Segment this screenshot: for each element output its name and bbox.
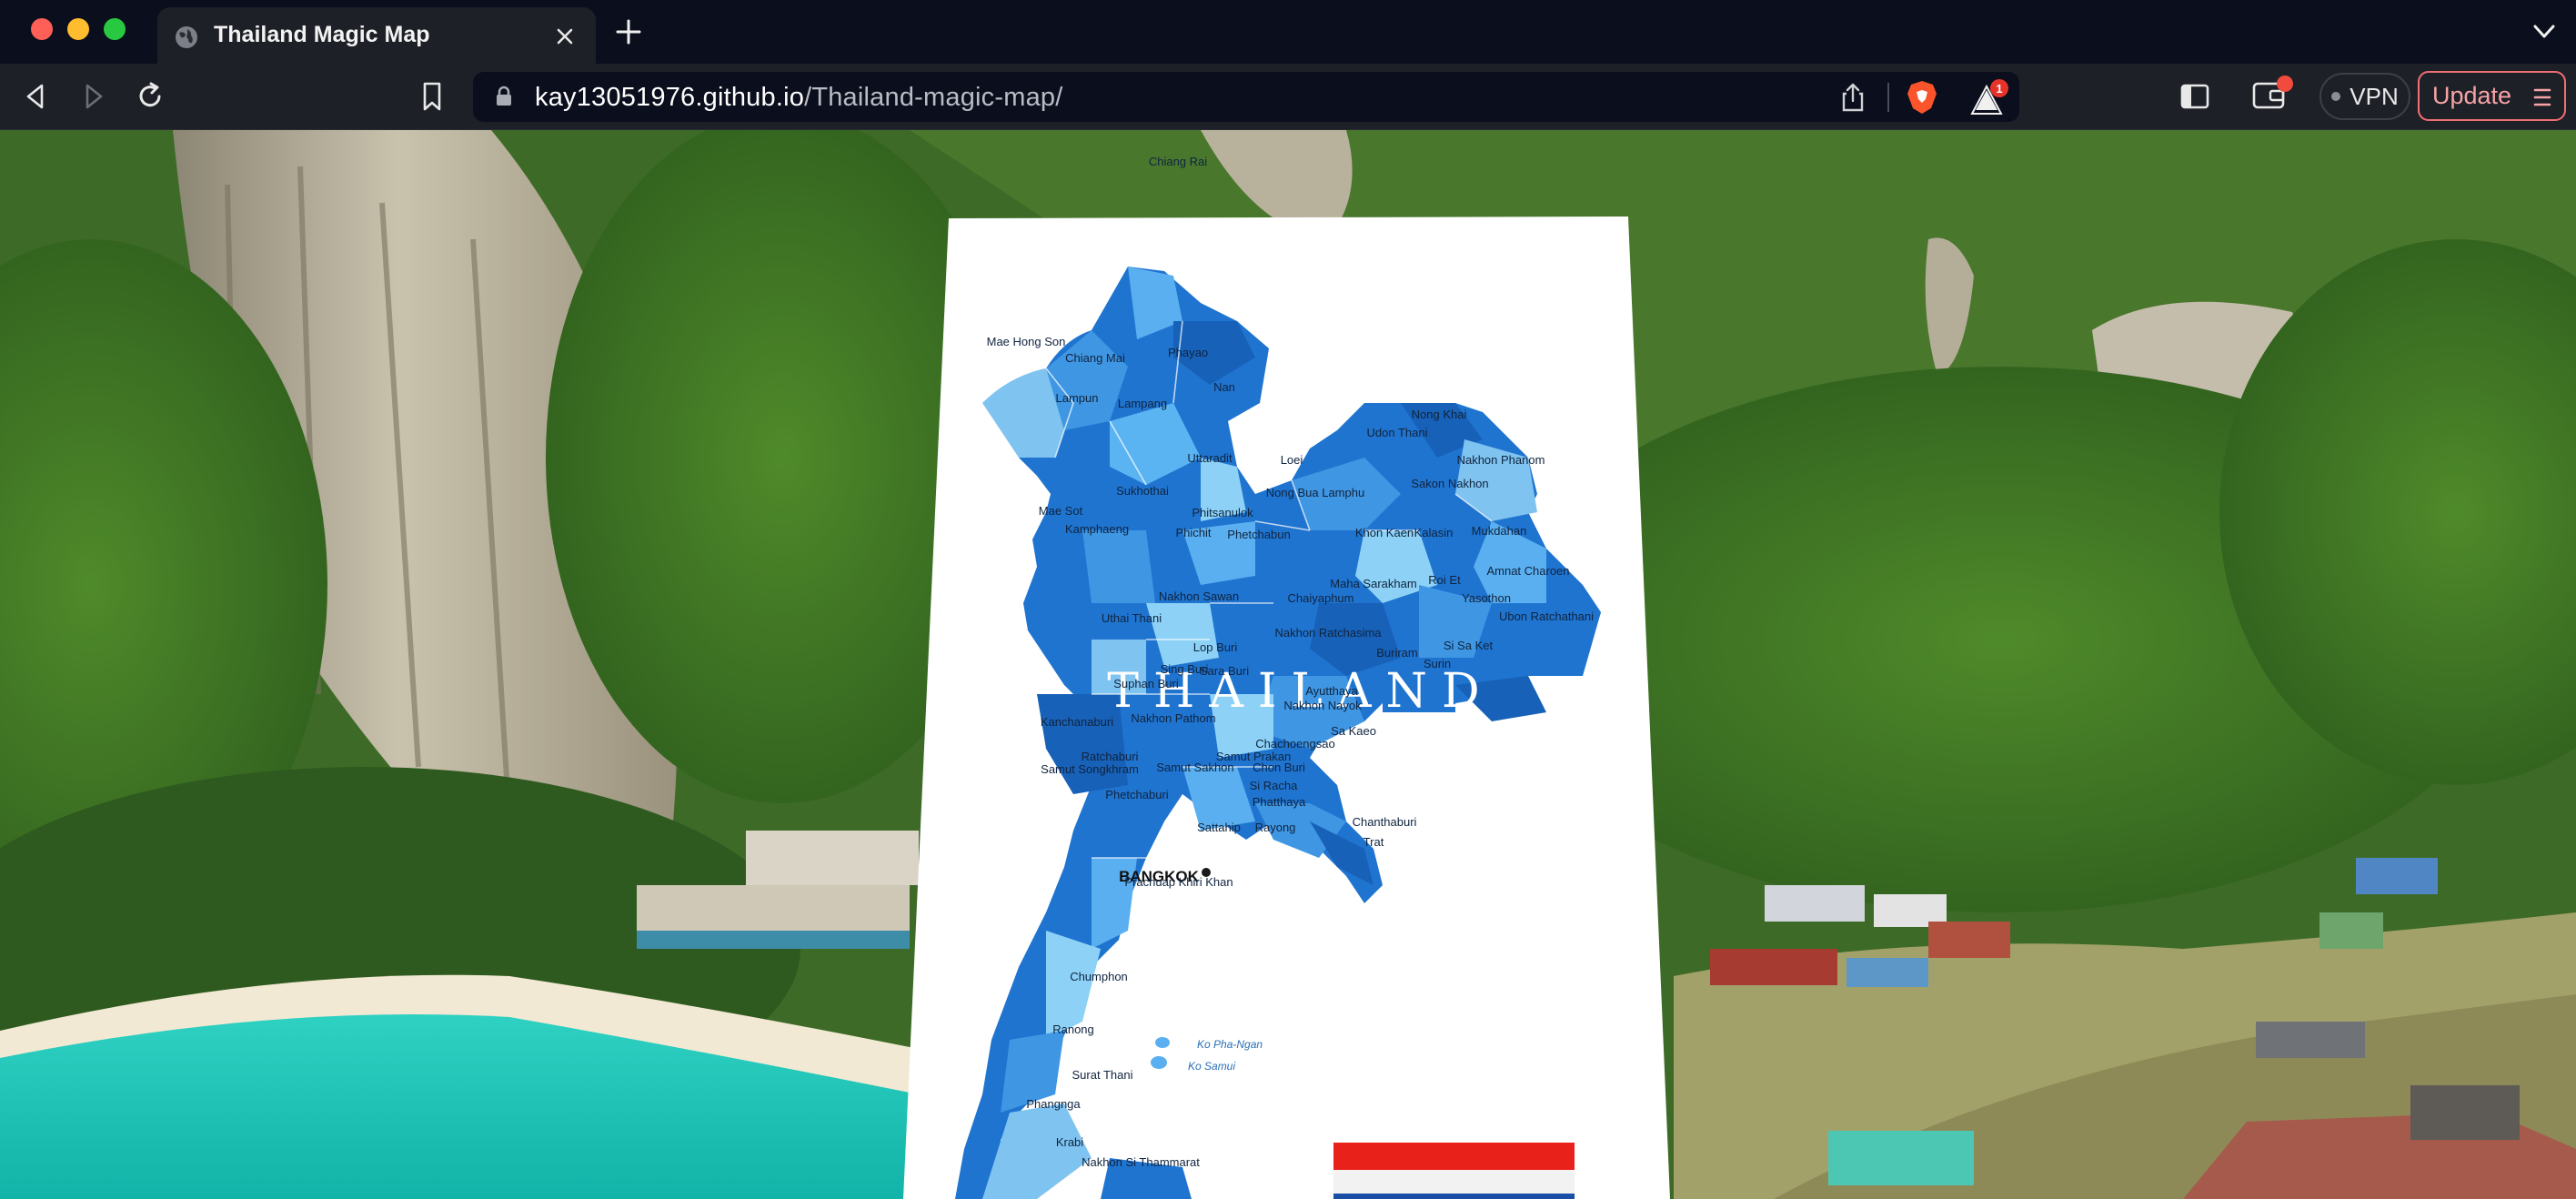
vpn-status-dot — [2331, 92, 2341, 101]
province-label: Phayao — [1168, 346, 1208, 359]
island-label: Ko Pha-Ngan — [1197, 1038, 1263, 1051]
province-label: Nan — [1213, 380, 1235, 394]
province-label: Nakhon Si Thammarat — [1082, 1155, 1200, 1169]
update-button[interactable]: Update — [2418, 71, 2566, 121]
province-label: Maha Sarakham — [1330, 577, 1416, 590]
window-maximize-button[interactable] — [104, 18, 126, 40]
menu-icon[interactable] — [2533, 87, 2551, 107]
province-label: Ubon Ratchathani — [1499, 610, 1594, 623]
rewards-icon[interactable]: 1 — [1963, 77, 2008, 117]
province-label: Kamphaeng — [1065, 522, 1129, 536]
province-label: Mae Sot — [1039, 504, 1083, 518]
vpn-label: VPN — [2350, 82, 2399, 110]
update-label: Update — [2432, 82, 2512, 109]
close-icon[interactable] — [552, 24, 578, 49]
province-label: Phichit — [1175, 526, 1211, 539]
province-label: Prachuap Khiri Khan — [1124, 875, 1233, 889]
brave-shield-icon[interactable] — [1906, 79, 1938, 116]
divider — [1887, 83, 1889, 112]
address-bar[interactable]: kay13051976.github.io/Thailand-magic-map… — [473, 72, 2019, 122]
province-label: Chon Buri — [1253, 761, 1305, 774]
province-label: Phatthaya — [1253, 795, 1306, 809]
url-path: /Thailand-magic-map/ — [804, 83, 1063, 112]
url-domain: kay13051976.github.io — [535, 83, 805, 112]
browser-toolbar: kay13051976.github.io/Thailand-magic-map… — [0, 64, 2576, 130]
province-label: Nakhon Pathom — [1131, 711, 1215, 725]
province-label: Phetchabun — [1227, 528, 1290, 541]
province-label: Yasothon — [1462, 591, 1511, 605]
province-label: Mae Hong Son — [987, 335, 1066, 348]
province-label: Uttaradit — [1187, 451, 1233, 465]
province-label: Loei — [1281, 453, 1303, 467]
page-content: THAILAND BANGKOK Chiang Rai Mae Hong Son C… — [0, 130, 2576, 1199]
province-label: Chiang Rai — [1149, 155, 1207, 168]
province-label: Rayong — [1255, 821, 1296, 834]
province-label: Trat — [1363, 835, 1384, 849]
rewards-badge: 1 — [1996, 82, 2002, 96]
window-close-button[interactable] — [31, 18, 53, 40]
province-label: Lop Buri — [1193, 640, 1238, 654]
sidebar-icon[interactable] — [2179, 82, 2210, 111]
province-label: Sara Buri — [1200, 664, 1249, 678]
tab-title: Thailand Magic Map — [214, 22, 430, 47]
reload-icon[interactable] — [135, 80, 166, 113]
province-label: Lampun — [1056, 391, 1099, 405]
province-label: Lampang — [1118, 397, 1167, 410]
window-minimize-button[interactable] — [67, 18, 89, 40]
island-label: Ko Samui — [1188, 1060, 1235, 1073]
vpn-button[interactable]: VPN — [2319, 73, 2410, 120]
province-label: Udon Thani — [1367, 426, 1428, 439]
province-label: Si Racha — [1250, 779, 1299, 792]
province-label: Amnat Charoen — [1486, 564, 1569, 578]
province-label: Chumphon — [1070, 970, 1128, 983]
province-label: Phitsanulok — [1192, 506, 1253, 519]
bookmark-icon[interactable] — [418, 80, 446, 113]
province-label: Nakhon Nayok — [1283, 699, 1362, 712]
globe-icon — [176, 26, 197, 48]
province-label: Nong Bua Lamphu — [1266, 486, 1364, 499]
province-label: Nakhon Ratchasima — [1274, 626, 1382, 640]
province-label: Chachoengsao — [1255, 737, 1334, 751]
province-label: Kanchanaburi — [1041, 715, 1113, 729]
province-label: Surat Thani — [1072, 1068, 1133, 1082]
url-text[interactable]: kay13051976.github.io/Thailand-magic-map… — [535, 83, 1063, 113]
province-label: Nakhon Phanom — [1457, 453, 1545, 467]
tab-active[interactable]: Thailand Magic Map — [157, 7, 596, 64]
province-label: Chaiyaphum — [1288, 591, 1354, 605]
province-label: Chiang Mai — [1065, 351, 1125, 365]
province-label: Surin — [1424, 657, 1451, 670]
province-label: Nong Khai — [1412, 408, 1467, 421]
province-label: Ratchaburi — [1082, 750, 1139, 763]
province-label: Sattahip — [1197, 821, 1241, 834]
new-tab-icon[interactable] — [615, 18, 642, 45]
province-label: Buriram — [1376, 646, 1418, 660]
title-bar: Thailand Magic Map — [0, 0, 2576, 64]
province-label: Sakon Nakhon — [1411, 477, 1488, 490]
province-label: Mukdahan — [1472, 524, 1527, 538]
province-label: Ayutthaya — [1305, 684, 1358, 698]
province-label: Roi Et — [1428, 573, 1461, 587]
province-label: Sa Kaeo — [1331, 724, 1376, 738]
province-label: Kalasin — [1414, 526, 1454, 539]
back-icon[interactable] — [22, 82, 49, 111]
forward-icon[interactable] — [80, 82, 107, 111]
share-icon[interactable] — [1839, 82, 1867, 113]
province-label: Khon Kaen — [1355, 526, 1414, 539]
province-label: Nakhon Sawan — [1159, 589, 1239, 603]
province-labels: Chiang Rai Mae Hong Son Chiang Mai Phayao Na… — [987, 155, 1595, 1169]
lock-icon[interactable] — [495, 86, 513, 107]
wallet-icon[interactable] — [2250, 75, 2294, 113]
province-label: Phangnga — [1026, 1097, 1081, 1111]
province-label: Chanthaburi — [1353, 815, 1417, 829]
chevron-down-icon[interactable] — [2531, 22, 2558, 42]
province-label: Phetchaburi — [1105, 788, 1168, 801]
province-label: Si Sa Ket — [1444, 639, 1494, 652]
province-label: Uthai Thani — [1102, 611, 1162, 625]
province-label: Ranong — [1052, 1023, 1094, 1036]
province-label: Suphan Buri — [1113, 677, 1179, 690]
province-label: Sukhothai — [1116, 484, 1169, 498]
province-label: Krabi — [1056, 1135, 1083, 1149]
province-label: Samut Songkhram — [1041, 762, 1139, 776]
